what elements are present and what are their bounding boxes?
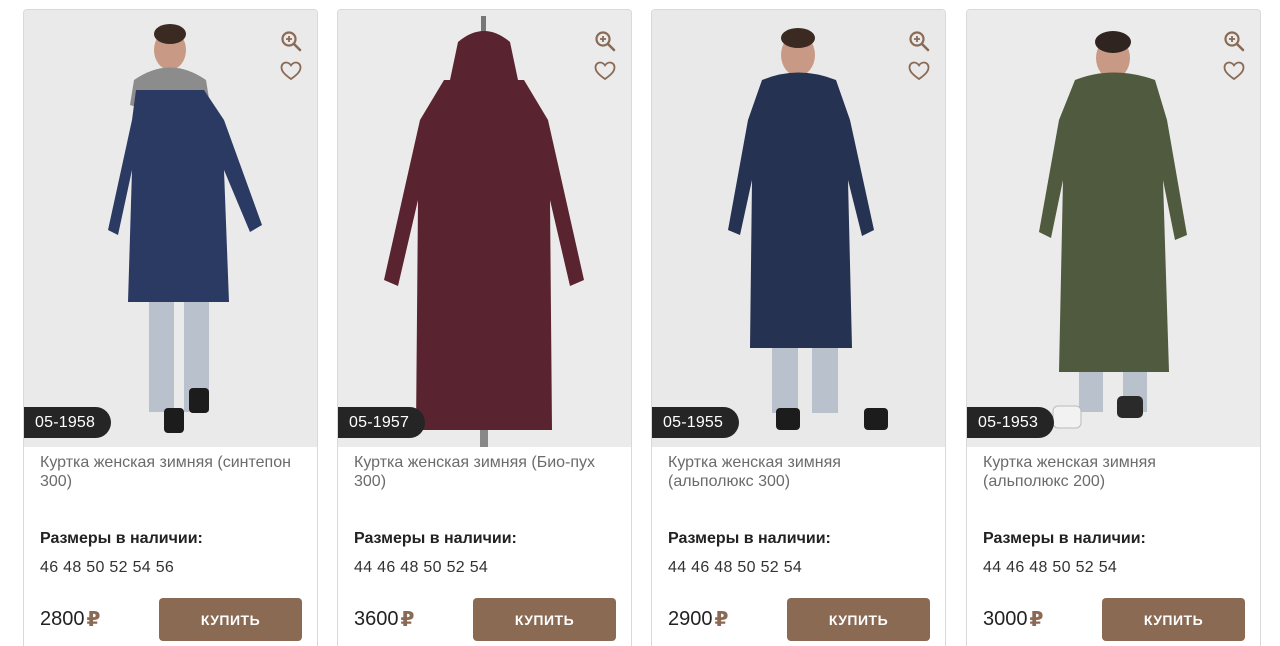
article-badge: 05-1958 — [24, 407, 112, 438]
currency-sign: ₽ — [714, 609, 729, 631]
product-image — [967, 10, 1260, 447]
zoom-button[interactable] — [279, 29, 303, 53]
price-value: 2900 — [668, 608, 713, 630]
heart-icon — [594, 61, 616, 81]
favorite-button[interactable] — [593, 59, 617, 83]
price-value: 3600 — [354, 608, 399, 630]
product-image — [338, 10, 631, 447]
sizes-label: Размеры в наличии: — [668, 530, 831, 547]
product-card[interactable]: 05-1958 Куртка женская зимняя (синтепон … — [23, 9, 318, 646]
zoom-in-icon — [595, 31, 616, 52]
product-title[interactable]: Куртка женская зимняя (альполюкс 200) — [983, 453, 1245, 491]
product-card[interactable]: 05-1955 Куртка женская зимняя (альполюкс… — [651, 9, 946, 646]
buy-button[interactable]: КУПИТЬ — [787, 598, 930, 641]
sizes-label: Размеры в наличии: — [983, 530, 1146, 547]
product-photo[interactable]: 05-1957 — [338, 10, 631, 447]
product-price: 3600 ₽ — [354, 607, 414, 632]
product-grid: 05-1958 Куртка женская зимняя (синтепон … — [23, 9, 1263, 646]
favorite-button[interactable] — [279, 59, 303, 83]
sizes-values: 44 46 48 50 52 54 — [983, 559, 1118, 576]
zoom-in-icon — [909, 31, 930, 52]
buy-button[interactable]: КУПИТЬ — [1102, 598, 1245, 641]
heart-icon — [908, 61, 930, 81]
article-badge: 05-1953 — [967, 407, 1055, 438]
currency-sign: ₽ — [86, 609, 101, 631]
price-value: 3000 — [983, 608, 1028, 630]
article-badge: 05-1957 — [338, 407, 426, 438]
product-title[interactable]: Куртка женская зимняя (Био-пух 300) — [354, 453, 616, 491]
product-price: 2900 ₽ — [668, 607, 728, 632]
product-title[interactable]: Куртка женская зимняя (синтепон 300) — [40, 453, 302, 491]
sizes-values: 46 48 50 52 54 56 — [40, 559, 175, 576]
price-value: 2800 — [40, 608, 85, 630]
sizes-label: Размеры в наличии: — [354, 530, 517, 547]
product-title[interactable]: Куртка женская зимняя (альполюкс 300) — [668, 453, 930, 491]
product-image — [652, 10, 945, 447]
sizes-label: Размеры в наличии: — [40, 530, 203, 547]
buy-button[interactable]: КУПИТЬ — [159, 598, 302, 641]
zoom-in-icon — [281, 31, 302, 52]
zoom-in-icon — [1224, 31, 1245, 52]
product-image — [24, 10, 317, 447]
product-photo[interactable]: 05-1953 — [967, 10, 1260, 447]
product-price: 3000 ₽ — [983, 607, 1043, 632]
product-photo[interactable]: 05-1958 — [24, 10, 317, 447]
product-price: 2800 ₽ — [40, 607, 100, 632]
zoom-button[interactable] — [907, 29, 931, 53]
product-card[interactable]: 05-1957 Куртка женская зимняя (Био-пух 3… — [337, 9, 632, 646]
sizes-values: 44 46 48 50 52 54 — [354, 559, 489, 576]
sizes-values: 44 46 48 50 52 54 — [668, 559, 803, 576]
zoom-button[interactable] — [1222, 29, 1246, 53]
product-card[interactable]: 05-1953 Куртка женская зимняя (альполюкс… — [966, 9, 1261, 646]
currency-sign: ₽ — [400, 609, 415, 631]
product-photo[interactable]: 05-1955 — [652, 10, 945, 447]
currency-sign: ₽ — [1029, 609, 1044, 631]
article-badge: 05-1955 — [652, 407, 740, 438]
heart-icon — [1223, 61, 1245, 81]
zoom-button[interactable] — [593, 29, 617, 53]
favorite-button[interactable] — [907, 59, 931, 83]
favorite-button[interactable] — [1222, 59, 1246, 83]
buy-button[interactable]: КУПИТЬ — [473, 598, 616, 641]
heart-icon — [280, 61, 302, 81]
